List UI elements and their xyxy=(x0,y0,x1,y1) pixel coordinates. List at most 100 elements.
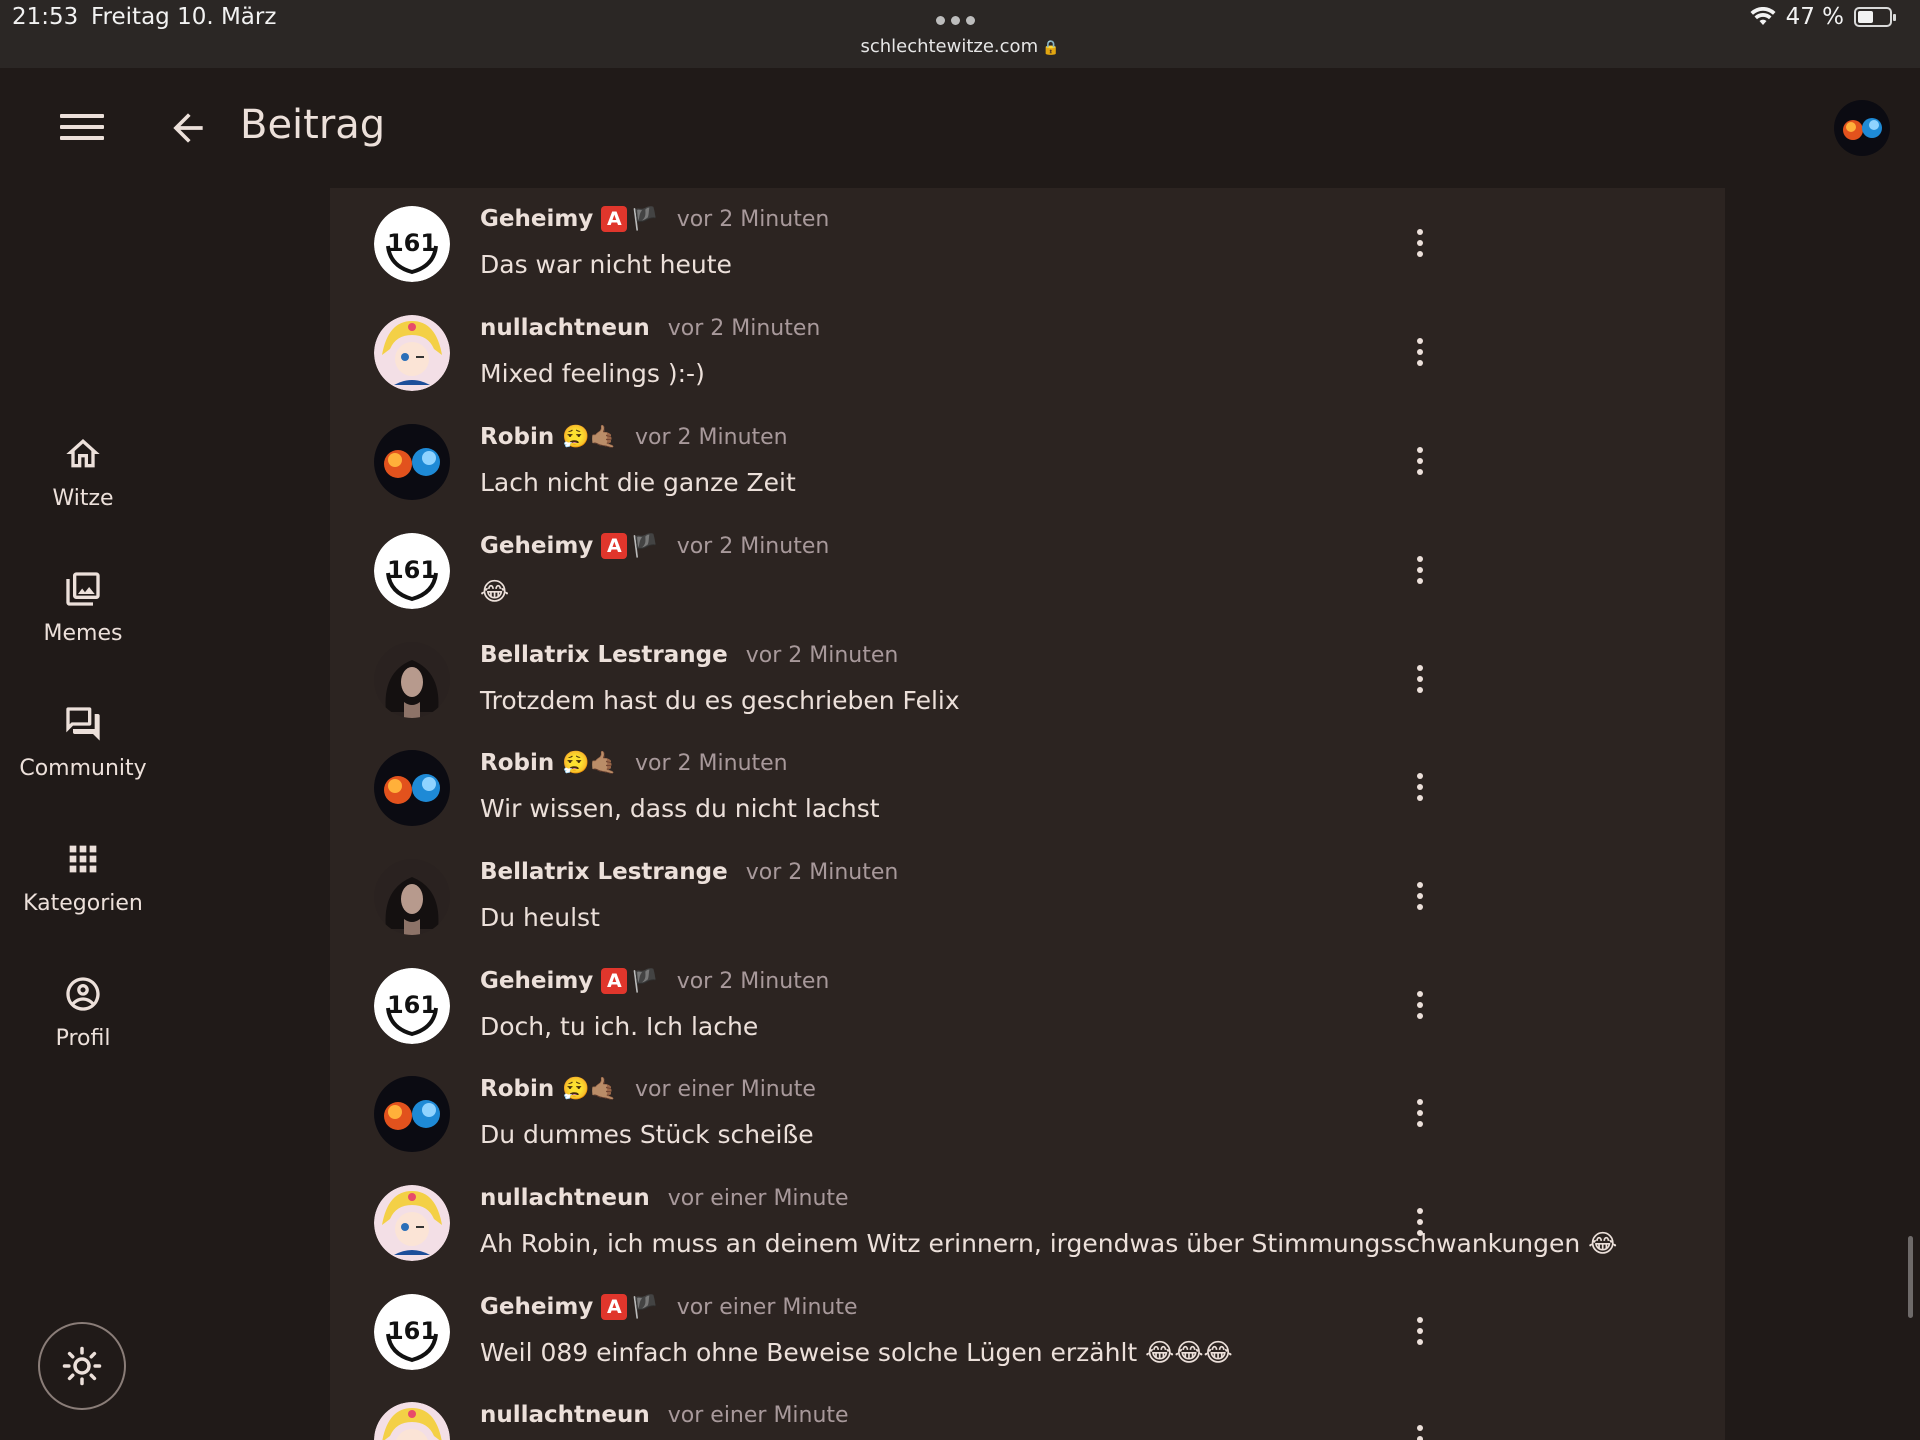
geheimy-avatar-text: 161 xyxy=(387,229,437,257)
multitasking-dots-icon[interactable] xyxy=(936,16,975,25)
more-options-button[interactable] xyxy=(1400,327,1440,377)
author-badges: 😮‍💨🤙🏽 xyxy=(562,1076,618,1102)
menu-button[interactable] xyxy=(60,114,104,148)
arrow-back-icon xyxy=(173,113,203,143)
user-avatar[interactable] xyxy=(1834,100,1890,156)
avatar-nullachtneun[interactable] xyxy=(374,1402,450,1440)
nav-item-profil[interactable]: Profil xyxy=(0,974,166,1084)
comment-text: 😂 xyxy=(480,577,510,606)
comment-time: vor 2 Minuten xyxy=(667,315,821,341)
avatar-geheimy[interactable]: 161 xyxy=(374,1294,450,1370)
nav-label-kategorien: Kategorien xyxy=(23,891,143,916)
a-badge-icon: A xyxy=(601,1294,628,1320)
more-options-button[interactable] xyxy=(1400,218,1440,268)
more-options-button[interactable] xyxy=(1400,545,1440,595)
status-date: Freitag 10. März xyxy=(91,4,277,30)
author-badges: A 🏴 xyxy=(601,968,659,994)
status-bar: 21:53 Freitag 10. März schlechtewitze.co… xyxy=(0,0,1920,68)
comment-author[interactable]: Robin xyxy=(480,750,554,776)
more-options-button[interactable] xyxy=(1400,1306,1440,1356)
avatar-geheimy[interactable]: 161 xyxy=(374,968,450,1044)
comment-text: Weil 089 einfach ohne Beweise solche Lüg… xyxy=(480,1338,1233,1367)
nav-label-community: Community xyxy=(19,756,147,781)
comment-item: 161 Geheimy A 🏴 vor einer Minute Weil 089… xyxy=(330,1278,1725,1387)
comment-text: Du dummes Stück scheiße xyxy=(480,1120,814,1149)
more-options-button[interactable] xyxy=(1400,871,1440,921)
more-options-button[interactable] xyxy=(1400,1088,1440,1138)
avatar-geheimy[interactable]: 161 xyxy=(374,206,450,282)
comment-author[interactable]: Bellatrix Lestrange xyxy=(480,642,728,668)
a-badge-icon: A xyxy=(601,206,628,232)
nav-item-kategorien[interactable]: Kategorien xyxy=(0,839,166,949)
author-badges: A 🏴 xyxy=(601,1294,659,1320)
avatar-bellatrix[interactable] xyxy=(374,642,450,718)
comment-author[interactable]: Geheimy xyxy=(480,968,593,994)
nav-item-community[interactable]: Community xyxy=(0,704,166,814)
author-badges: 😮‍💨🤙🏽 xyxy=(562,424,618,450)
home-icon xyxy=(66,439,100,468)
theme-toggle-button[interactable] xyxy=(38,1322,126,1410)
comment-text: Du heulst xyxy=(480,903,600,932)
comment-item: nullachtneun vor 2 Minuten Mixed feeling… xyxy=(330,299,1725,408)
author-badges: A 🏴 xyxy=(601,533,659,559)
a-badge-icon: A xyxy=(601,968,628,994)
more-options-button[interactable] xyxy=(1400,980,1440,1030)
brightness-icon xyxy=(62,1346,102,1386)
more-options-button[interactable] xyxy=(1400,762,1440,812)
geheimy-avatar-text: 161 xyxy=(387,1317,437,1345)
comment-time: vor 2 Minuten xyxy=(745,859,899,885)
status-time: 21:53 xyxy=(12,4,79,30)
avatar-robin[interactable] xyxy=(374,424,450,500)
comment-author[interactable]: Robin xyxy=(480,424,554,450)
apps-grid-icon xyxy=(69,845,97,873)
app-bar: Beitrag xyxy=(0,68,1920,188)
comment-author[interactable]: Geheimy xyxy=(480,1294,593,1320)
comment-item: Robin 😮‍💨🤙🏽 vor einer Minute Du dummes S… xyxy=(330,1060,1725,1169)
comment-time: vor einer Minute xyxy=(667,1402,849,1428)
avatar-nullachtneun[interactable] xyxy=(374,1185,450,1261)
comment-text: Lach nicht die ganze Zeit xyxy=(480,468,796,497)
avatar-bellatrix[interactable] xyxy=(374,859,450,935)
more-options-button[interactable] xyxy=(1400,1414,1440,1440)
navigation-rail: Witze Memes Community Kategorien Profil xyxy=(0,188,166,1440)
lock-icon: 🔒 xyxy=(1042,40,1060,56)
comment-text: Wir wissen, dass du nicht lachst xyxy=(480,794,880,823)
comment-item: Robin 😮‍💨🤙🏽 vor 2 Minuten Wir wissen, da… xyxy=(330,734,1725,843)
avatar-robin[interactable] xyxy=(374,750,450,826)
avatar-robin[interactable] xyxy=(374,1076,450,1152)
status-indicators: 47 % xyxy=(1750,4,1896,30)
nav-item-memes[interactable]: Memes xyxy=(0,569,166,679)
back-button[interactable] xyxy=(166,106,210,150)
comment-author[interactable]: Robin xyxy=(480,1076,554,1102)
comment-author[interactable]: Geheimy xyxy=(480,533,593,559)
address-bar[interactable]: schlechtewitze.com 🔒 xyxy=(0,36,1920,57)
comment-author[interactable]: nullachtneun xyxy=(480,1185,650,1211)
comment-item: Bellatrix Lestrange vor 2 Minuten Du heu… xyxy=(330,843,1725,952)
more-options-button[interactable] xyxy=(1400,436,1440,486)
images-icon xyxy=(66,572,100,606)
page-title: Beitrag xyxy=(240,102,386,148)
black-flag-icon: 🏴 xyxy=(631,1294,659,1320)
more-options-button[interactable] xyxy=(1400,1197,1440,1247)
comment-time: vor einer Minute xyxy=(676,1294,858,1320)
author-badges: A 🏴 xyxy=(601,206,659,232)
nav-item-witze[interactable]: Witze xyxy=(0,434,166,544)
url-text: schlechtewitze.com xyxy=(860,36,1039,57)
comment-item: Bellatrix Lestrange vor 2 Minuten Trotzd… xyxy=(330,626,1725,735)
comment-author[interactable]: nullachtneun xyxy=(480,315,650,341)
geheimy-avatar-text: 161 xyxy=(387,991,437,1019)
comment-time: vor einer Minute xyxy=(635,1076,816,1102)
comment-author[interactable]: Geheimy xyxy=(480,206,593,232)
comment-author[interactable]: Bellatrix Lestrange xyxy=(480,859,728,885)
wifi-icon xyxy=(1750,7,1776,25)
comments-panel: 161 Geheimy A 🏴 vor 2 Minuten Das war nic… xyxy=(330,188,1725,1440)
comment-author[interactable]: nullachtneun xyxy=(480,1402,650,1428)
black-flag-icon: 🏴 xyxy=(631,533,659,559)
avatar-geheimy[interactable]: 161 xyxy=(374,533,450,609)
scrollbar[interactable] xyxy=(1908,1236,1913,1318)
more-options-button[interactable] xyxy=(1400,654,1440,704)
battery-percent: 47 % xyxy=(1785,4,1844,30)
comment-text: Trotzdem hast du es geschrieben Felix xyxy=(480,686,960,715)
forum-icon xyxy=(66,707,100,741)
avatar-nullachtneun[interactable] xyxy=(374,315,450,391)
